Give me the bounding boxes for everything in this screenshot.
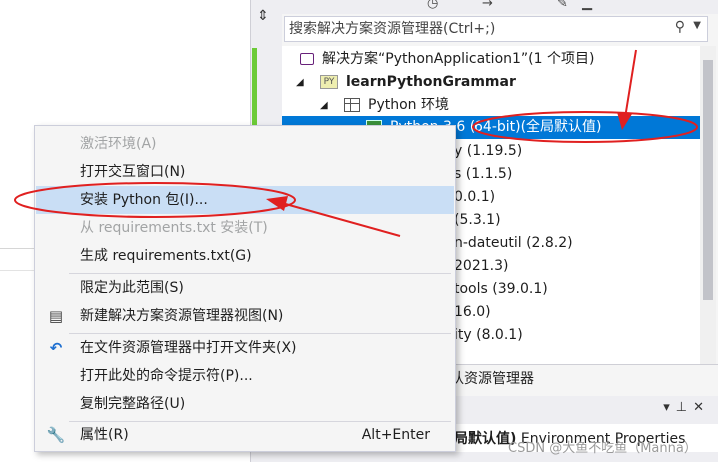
menu-item-label: 打开此处的命令提示符(P)... — [80, 368, 253, 384]
menu-item-scope-to-this[interactable]: 限定为此范围(S) — [36, 274, 454, 302]
menu-item-generate-requirements[interactable]: 生成 requirements.txt(G) — [36, 242, 454, 270]
menu-item-label: 打开交互窗口(N) — [80, 164, 186, 180]
tree-item-solution[interactable]: 解决方案“PythonApplication1”(1 个项目) — [282, 48, 702, 71]
wrench-icon: 🔧 — [46, 426, 66, 444]
menu-item-activate-environment[interactable]: 激活环境(A) — [36, 130, 454, 158]
tree-item-label: learnPythonGrammar — [346, 74, 516, 90]
menu-item-properties[interactable]: 🔧 属性(R) Alt+Enter — [36, 421, 454, 449]
wrench-icon[interactable]: ✎ — [557, 0, 568, 11]
package-label: ity (8.0.1) — [454, 327, 523, 343]
solution-explorer-search[interactable]: ⚲ ▼ — [284, 16, 708, 42]
menu-item-label: 复制完整路径(U) — [80, 396, 186, 412]
scrollbar-thumb[interactable] — [703, 60, 713, 300]
solution-explorer-toolbar: ◷ → ✎ ▁ — [282, 0, 718, 14]
window-controls[interactable]: ▾⊥✕ — [663, 400, 710, 415]
tree-item-label: 解决方案“PythonApplication1”(1 个项目) — [322, 51, 595, 67]
menu-item-install-python-package[interactable]: 安装 Python 包(I)... — [36, 186, 454, 214]
menu-item-new-solution-explorer-view[interactable]: ▤ 新建解决方案资源管理器视图(N) — [36, 302, 454, 330]
package-label: tools (39.0.1) — [454, 281, 548, 297]
menu-item-label: 激活环境(A) — [80, 136, 157, 152]
menu-item-label: 生成 requirements.txt(G) — [80, 248, 252, 264]
solution-icon — [300, 53, 314, 65]
package-label: n-dateutil (2.8.2) — [454, 235, 573, 251]
menu-item-label: 限定为此范围(S) — [80, 280, 184, 296]
package-label: 16.0) — [454, 304, 491, 320]
menu-item-install-from-requirements[interactable]: 从 requirements.txt 安装(T) — [36, 214, 454, 242]
sync-icon[interactable]: → — [482, 0, 493, 11]
refresh-arrow-icon: ↶ — [49, 339, 63, 357]
package-label: (5.3.1) — [454, 212, 501, 228]
menu-item-open-command-prompt[interactable]: 打开此处的命令提示符(P)... — [36, 362, 454, 390]
menu-item-label: 从 requirements.txt 安装(T) — [80, 220, 268, 236]
expand-arrow-icon[interactable]: ◢ — [320, 94, 328, 117]
menu-item-label: 在文件资源管理器中打开文件夹(X) — [80, 340, 297, 356]
search-icon[interactable]: ⚲ — [675, 19, 685, 35]
menu-item-copy-full-path[interactable]: 复制完整路径(U) — [36, 390, 454, 418]
menu-item-label: 安装 Python 包(I)... — [80, 192, 208, 208]
minimize-icon[interactable]: ▁ — [582, 0, 592, 11]
tab-label: 队资源管理器 — [450, 371, 534, 387]
search-input[interactable] — [289, 20, 669, 38]
package-label: y (1.19.5) — [454, 143, 523, 159]
split-icon[interactable]: ⇕ — [253, 6, 273, 26]
menu-item-open-folder-in-explorer[interactable]: ↶ 在文件资源管理器中打开文件夹(X) — [36, 334, 454, 362]
watermark: CSDN @大鱼不吃鱼（Manna） — [508, 441, 697, 456]
tree-item-label-suffix: 64-bit)(全局默认值) — [474, 119, 602, 135]
menu-item-label: 属性(R) — [80, 427, 129, 443]
menu-item-shortcut: Alt+Enter — [361, 427, 430, 443]
history-icon[interactable]: ◷ — [427, 0, 438, 11]
environments-icon — [344, 98, 360, 112]
chevron-down-icon[interactable]: ▼ — [693, 20, 701, 31]
package-label: 2021.3) — [454, 258, 509, 274]
package-label: 0.0.1) — [454, 189, 496, 205]
tree-item-label: Python 环境 — [368, 97, 449, 113]
menu-item-open-interactive-window[interactable]: 打开交互窗口(N) — [36, 158, 454, 186]
python-project-icon: PY — [320, 75, 338, 89]
context-menu: 激活环境(A) 打开交互窗口(N) 安装 Python 包(I)... 从 re… — [34, 125, 456, 452]
expand-arrow-icon[interactable]: ◢ — [296, 71, 304, 94]
tree-item-project[interactable]: ◢ PY learnPythonGrammar — [282, 71, 702, 94]
package-label: s (1.1.5) — [454, 166, 513, 182]
tree-item-python-environments[interactable]: ◢ Python 环境 — [282, 94, 702, 117]
menu-item-label: 新建解决方案资源管理器视图(N) — [80, 308, 284, 324]
new-view-icon: ▤ — [48, 307, 64, 325]
